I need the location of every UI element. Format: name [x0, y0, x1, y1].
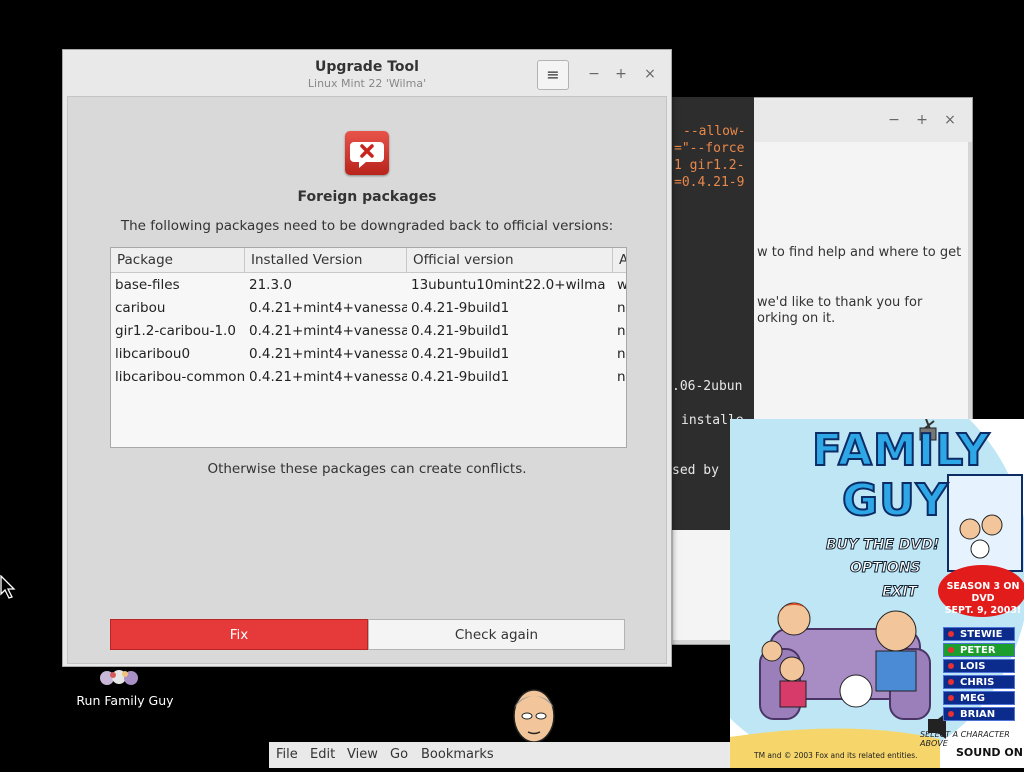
- maximize-button[interactable]: +: [612, 65, 630, 83]
- bg-text-line: we'd like to thank you for: [757, 295, 923, 310]
- terminal-line: --allow-: [683, 124, 746, 139]
- bg-text-line: w to find help and where to get: [757, 245, 962, 260]
- family-guy-logo-top: FAMILY: [811, 424, 991, 477]
- terminal-line: ="--force: [674, 141, 745, 156]
- family-guy-logo-bottom: GUY: [841, 474, 949, 527]
- menu-edit[interactable]: Edit: [310, 747, 335, 762]
- character-brian-button[interactable]: BRIAN: [943, 707, 1015, 721]
- file-manager-menubar: File Edit View Go Bookmarks: [269, 742, 730, 768]
- bullet-icon: [948, 679, 954, 685]
- dialog-heading: Foreign packages: [297, 189, 437, 205]
- cell-architecture: n: [617, 323, 626, 339]
- packages-table[interactable]: Package Installed Version Official versi…: [110, 247, 627, 448]
- terminal-line: .06-2ubun: [672, 379, 743, 394]
- bullet-icon: [948, 647, 954, 653]
- column-header-official-version[interactable]: Official version: [407, 248, 613, 273]
- window-title: Upgrade Tool: [315, 59, 419, 75]
- menu-file[interactable]: File: [276, 747, 298, 762]
- desktop-icon-label[interactable]: Run Family Guy: [70, 693, 180, 708]
- close-button[interactable]: ×: [641, 65, 659, 83]
- cell-package: base-files: [115, 277, 180, 293]
- exit-link[interactable]: EXIT: [881, 584, 917, 601]
- conflict-note: Otherwise these packages can create conf…: [207, 461, 527, 477]
- season-banner-line2: SEPT. 9, 2003!: [944, 605, 1022, 616]
- terminal-line: sed by: [672, 463, 719, 478]
- character-peter-button[interactable]: PETER: [943, 643, 1015, 657]
- column-header-package[interactable]: Package: [111, 248, 245, 273]
- dialog-body: Foreign packages The following packages …: [67, 96, 667, 664]
- options-link[interactable]: OPTIONS: [850, 560, 922, 577]
- sound-toggle[interactable]: SOUND ON: [956, 746, 1023, 759]
- dialog-description: The following packages need to be downgr…: [120, 218, 614, 234]
- character-chris-button[interactable]: CHRIS: [943, 675, 1015, 689]
- bg-text-line: orking on it.: [757, 311, 836, 326]
- cell-installed-version: 0.4.21+mint4+vanessa: [249, 300, 407, 316]
- cell-architecture: n: [617, 369, 626, 385]
- character-lois-button[interactable]: LOIS: [943, 659, 1015, 673]
- bullet-icon: [948, 711, 954, 717]
- menu-go[interactable]: Go: [390, 747, 408, 762]
- cell-installed-version: 0.4.21+mint4+vanessa: [249, 323, 407, 339]
- character-label: BRIAN: [960, 709, 996, 720]
- cell-architecture: w: [617, 277, 627, 293]
- copyright-note: TM and © 2003 Fox and its related entiti…: [754, 751, 918, 760]
- cell-package: libcaribou-common: [115, 369, 245, 385]
- bg-minimize-button[interactable]: −: [885, 111, 903, 129]
- menu-view[interactable]: View: [347, 747, 378, 762]
- cell-package: gir1.2-caribou-1.0: [115, 323, 236, 339]
- fix-button[interactable]: Fix: [110, 619, 368, 650]
- cell-official-version: 0.4.21-9build1: [411, 323, 510, 339]
- check-again-button[interactable]: Check again: [368, 619, 625, 650]
- character-stewie-button[interactable]: STEWIE: [943, 627, 1015, 641]
- window-subtitle: Linux Mint 22 'Wilma': [307, 77, 427, 90]
- character-label: PETER: [960, 645, 996, 656]
- cell-package: libcaribou0: [115, 346, 191, 362]
- alert-bubble-icon: [345, 131, 389, 175]
- cell-official-version: 0.4.21-9build1: [411, 369, 510, 385]
- cell-architecture: n: [617, 346, 626, 362]
- character-label: STEWIE: [960, 629, 1003, 640]
- cell-installed-version: 21.3.0: [249, 277, 292, 293]
- character-label: LOIS: [960, 661, 986, 672]
- season-3-banner: SEASON 3 ON DVD SEPT. 9, 2003!: [936, 581, 1024, 617]
- menu-bookmarks[interactable]: Bookmarks: [421, 747, 494, 762]
- bullet-icon: [948, 631, 954, 637]
- cell-official-version: 13ubuntu10mint22.0+wilma: [411, 277, 606, 293]
- cell-architecture: n: [617, 300, 626, 316]
- bullet-icon: [948, 695, 954, 701]
- family-guy-launcher-icon[interactable]: [99, 665, 145, 689]
- cell-installed-version: 0.4.21+mint4+vanessa: [249, 369, 407, 385]
- cell-package: caribou: [115, 300, 166, 316]
- mouse-cursor-icon: [0, 574, 18, 603]
- character-label: CHRIS: [960, 677, 995, 688]
- character-meg-button[interactable]: MEG: [943, 691, 1015, 705]
- buy-dvd-link[interactable]: BUY THE DVD!: [825, 537, 939, 554]
- season-banner-line1: SEASON 3 ON DVD: [946, 581, 1020, 604]
- cell-official-version: 0.4.21-9build1: [411, 346, 510, 362]
- bg-maximize-button[interactable]: +: [913, 111, 931, 129]
- hamburger-menu-button[interactable]: ≡: [537, 60, 569, 90]
- cell-installed-version: 0.4.21+mint4+vanessa: [249, 346, 407, 362]
- cell-official-version: 0.4.21-9build1: [411, 300, 510, 316]
- character-label: MEG: [960, 693, 985, 704]
- terminal-line: =0.4.21-9: [674, 175, 745, 190]
- bg-close-button[interactable]: ×: [941, 111, 959, 129]
- column-header-installed-version[interactable]: Installed Version: [245, 248, 407, 273]
- terminal-line: 1 gir1.2-: [674, 158, 745, 173]
- bullet-icon: [948, 663, 954, 669]
- upgrade-tool-window: Upgrade Tool Linux Mint 22 'Wilma' ≡ − +…: [62, 49, 672, 667]
- minimize-button[interactable]: −: [585, 65, 603, 83]
- column-header-architecture[interactable]: A: [613, 248, 626, 273]
- family-guy-promo: FAMILY GUY BUY THE DVD! OPTIONS EXIT SEA…: [730, 419, 1024, 768]
